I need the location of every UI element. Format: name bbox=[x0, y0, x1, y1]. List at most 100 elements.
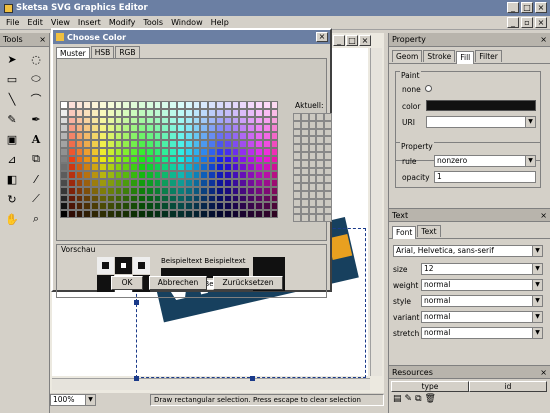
color-swatch[interactable] bbox=[114, 108, 123, 117]
color-swatch[interactable] bbox=[83, 171, 92, 179]
color-swatch[interactable] bbox=[153, 124, 162, 133]
color-swatch[interactable] bbox=[145, 155, 154, 164]
color-swatch[interactable] bbox=[247, 178, 255, 187]
color-swatch[interactable] bbox=[184, 155, 193, 164]
color-swatch[interactable] bbox=[200, 210, 209, 218]
recent-color-swatch[interactable] bbox=[308, 144, 317, 152]
recent-color-swatch[interactable] bbox=[316, 151, 325, 160]
color-swatch[interactable] bbox=[192, 194, 201, 203]
color-swatch[interactable] bbox=[98, 101, 107, 109]
color-swatch[interactable] bbox=[122, 155, 131, 164]
color-swatch[interactable] bbox=[247, 202, 255, 211]
color-swatch[interactable] bbox=[239, 116, 248, 125]
color-swatch[interactable] bbox=[254, 210, 263, 218]
color-swatch[interactable] bbox=[270, 163, 279, 172]
color-swatch[interactable] bbox=[215, 147, 224, 156]
color-swatch[interactable] bbox=[169, 101, 177, 109]
color-swatch[interactable] bbox=[137, 202, 146, 211]
color-swatch[interactable] bbox=[270, 139, 279, 148]
recent-color-swatch[interactable] bbox=[324, 214, 332, 223]
tab-filter[interactable]: Filter bbox=[475, 50, 502, 62]
color-swatch[interactable] bbox=[262, 186, 271, 195]
color-swatch[interactable] bbox=[114, 186, 123, 195]
color-swatch[interactable] bbox=[215, 186, 224, 195]
color-swatch[interactable] bbox=[176, 194, 185, 203]
color-swatch[interactable] bbox=[262, 194, 271, 203]
tools-close-icon[interactable]: × bbox=[39, 35, 46, 44]
color-swatch[interactable] bbox=[83, 155, 92, 164]
recent-color-swatch[interactable] bbox=[316, 175, 325, 184]
lasso-icon[interactable]: ◌ bbox=[27, 50, 45, 68]
color-swatch[interactable] bbox=[137, 163, 146, 172]
color-swatch[interactable] bbox=[114, 147, 123, 156]
color-swatch[interactable] bbox=[161, 186, 170, 195]
color-swatch[interactable] bbox=[83, 210, 92, 218]
stretch-select[interactable]: normal ▼ bbox=[421, 327, 543, 339]
ok-button[interactable]: OK bbox=[111, 276, 143, 290]
color-swatch[interactable] bbox=[145, 210, 154, 218]
color-swatch[interactable] bbox=[169, 171, 177, 179]
color-swatch[interactable] bbox=[184, 186, 193, 195]
color-swatch[interactable] bbox=[169, 116, 177, 125]
color-swatch[interactable] bbox=[106, 171, 115, 179]
color-swatch[interactable] bbox=[192, 147, 201, 156]
color-swatch[interactable] bbox=[75, 116, 84, 125]
color-swatch[interactable] bbox=[153, 194, 162, 203]
recent-color-swatch[interactable] bbox=[293, 128, 301, 137]
color-swatch[interactable] bbox=[208, 163, 216, 172]
color-swatch[interactable] bbox=[161, 178, 170, 187]
doc-maximize-button[interactable]: □ bbox=[346, 35, 358, 46]
color-swatch[interactable] bbox=[215, 124, 224, 133]
rule-select[interactable]: nonzero ▼ bbox=[434, 155, 536, 167]
color-swatch[interactable] bbox=[176, 139, 185, 148]
color-swatch[interactable] bbox=[176, 171, 185, 179]
color-swatch[interactable] bbox=[91, 202, 99, 211]
recent-color-swatch[interactable] bbox=[316, 183, 325, 191]
color-swatch[interactable] bbox=[153, 147, 162, 156]
color-swatch[interactable] bbox=[137, 108, 146, 117]
color-swatch[interactable] bbox=[67, 194, 76, 203]
color-swatch[interactable] bbox=[239, 202, 248, 211]
recent-color-swatch[interactable] bbox=[308, 206, 317, 215]
color-swatch[interactable] bbox=[161, 147, 170, 156]
recent-color-swatch[interactable] bbox=[300, 151, 309, 160]
color-swatch[interactable] bbox=[184, 116, 193, 125]
color-swatch[interactable] bbox=[176, 116, 185, 125]
recent-color-swatch[interactable] bbox=[308, 128, 317, 137]
color-swatch[interactable] bbox=[223, 124, 232, 133]
color-swatch[interactable] bbox=[200, 194, 209, 203]
color-swatch[interactable] bbox=[106, 155, 115, 164]
color-swatch[interactable] bbox=[215, 171, 224, 179]
tab-text[interactable]: Text bbox=[417, 225, 441, 237]
zoom-select[interactable]: 100% ▼ bbox=[50, 394, 96, 406]
color-swatch[interactable] bbox=[231, 139, 240, 148]
color-swatch[interactable] bbox=[231, 147, 240, 156]
size-select[interactable]: 12 ▼ bbox=[421, 263, 543, 275]
color-swatch[interactable] bbox=[98, 163, 107, 172]
color-swatch[interactable] bbox=[169, 163, 177, 172]
color-swatch[interactable] bbox=[145, 178, 154, 187]
color-swatch[interactable] bbox=[67, 124, 76, 133]
color-swatch[interactable] bbox=[231, 101, 240, 109]
color-swatch[interactable] bbox=[169, 210, 177, 218]
color-swatch[interactable] bbox=[247, 139, 255, 148]
recent-color-swatch[interactable] bbox=[308, 183, 317, 191]
close-button[interactable]: × bbox=[535, 2, 547, 13]
color-swatch[interactable] bbox=[130, 171, 138, 179]
recent-color-swatch[interactable] bbox=[324, 113, 332, 121]
color-swatch[interactable] bbox=[254, 178, 263, 187]
color-swatch[interactable] bbox=[114, 139, 123, 148]
recent-color-swatch[interactable] bbox=[300, 120, 309, 129]
polyline-icon[interactable]: ⌒ bbox=[27, 90, 45, 108]
color-swatch[interactable] bbox=[223, 108, 232, 117]
text-icon[interactable]: A bbox=[27, 130, 45, 148]
color-swatch[interactable] bbox=[106, 178, 115, 187]
color-swatch[interactable] bbox=[184, 163, 193, 172]
color-swatch[interactable] bbox=[262, 139, 271, 148]
recent-color-swatch[interactable] bbox=[316, 144, 325, 152]
color-swatch[interactable] bbox=[153, 186, 162, 195]
color-swatch[interactable] bbox=[153, 202, 162, 211]
color-swatch[interactable] bbox=[192, 132, 201, 140]
color-swatch[interactable] bbox=[83, 132, 92, 140]
color-swatch[interactable] bbox=[114, 194, 123, 203]
